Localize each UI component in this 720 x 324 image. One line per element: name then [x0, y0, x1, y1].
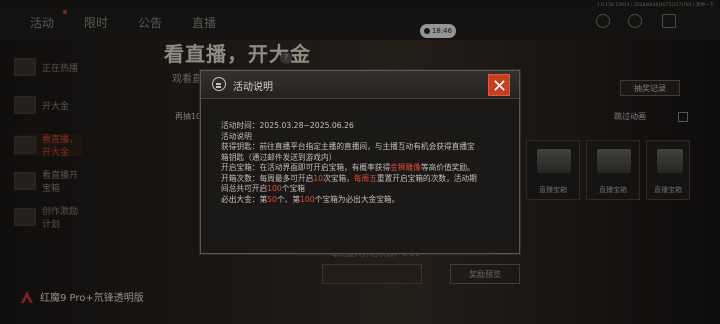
app-window: { "top_tabs": [ {"label": "活动"}, {"label… [0, 0, 720, 324]
activity-time: 活动时间：2025.03.28~2025.06.26 [221, 121, 354, 130]
desc-line: 箱钥匙（通过邮件发送到游戏内） [221, 152, 337, 162]
desc-line: 获得钥匙：前往直播平台指定主播的直播间，与主播互动有机会获得直播宝 [221, 142, 475, 151]
desc-line: 开启宝箱：在活动界面即可开启宝箱，有概率获得金狮雕像等高价值奖励。 [221, 163, 475, 172]
dialog-body: 活动时间：2025.03.28~2025.06.26 活动说明 获得钥匙：前往直… [221, 121, 507, 205]
close-button[interactable] [488, 74, 510, 96]
dialog-title: 活动说明 [233, 82, 273, 93]
desc-heading: 活动说明 [221, 131, 252, 141]
activity-info-dialog: 活动说明 活动时间：2025.03.28~2025.06.26 活动说明 获得钥… [200, 70, 520, 254]
info-list-icon [212, 77, 226, 91]
desc-line: 必出大金：第50个、第100个宝箱为必出大金宝箱。 [221, 194, 400, 204]
desc-line: 间总共可开启100个宝箱 [221, 184, 305, 193]
dialog-header: 活动说明 [201, 71, 519, 99]
desc-line: 开箱次数：每周最多可开启10次宝箱，每周五重置开启宝箱的次数，活动期 [221, 173, 477, 183]
close-icon [493, 79, 505, 91]
